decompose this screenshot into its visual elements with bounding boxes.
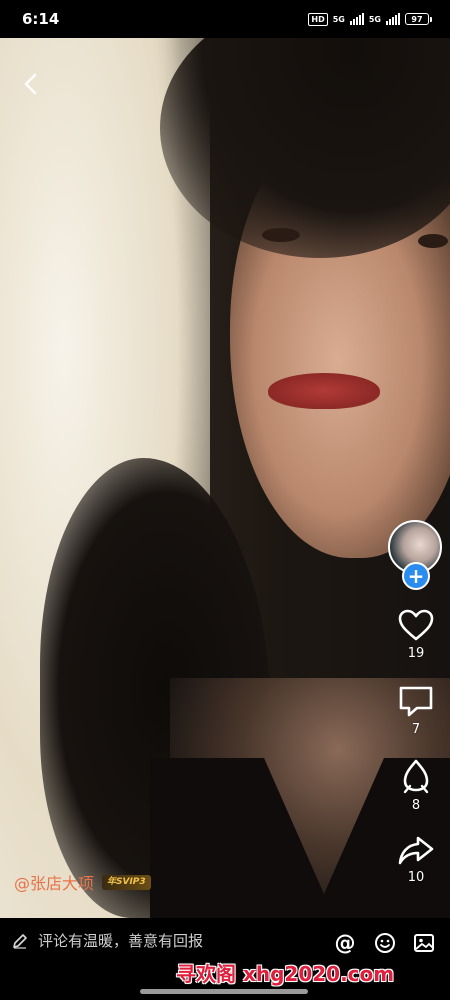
network-label-1: 5G [332, 14, 345, 24]
status-bar: 6:14 HD 5G 5G 97 [0, 0, 450, 38]
chevron-left-icon [24, 73, 37, 95]
hd-icon: HD [308, 12, 328, 26]
share-button[interactable]: 10 [390, 834, 442, 885]
flame-icon [403, 759, 429, 794]
author-avatar-group[interactable]: + [388, 520, 444, 590]
mention-button[interactable]: @ [334, 932, 356, 954]
battery-icon: 97 [405, 13, 432, 25]
share-count: 10 [407, 870, 425, 885]
image-icon [414, 934, 434, 952]
video-eye [418, 234, 448, 248]
comment-icon [399, 686, 433, 717]
watermark: 寻欢阁 xhg2020.com [176, 962, 395, 986]
emoji-icon [375, 933, 395, 953]
comment-placeholder: 评论有温暖，善意有回报 [38, 932, 204, 950]
network-label-2: 5G [368, 14, 381, 24]
home-indicator[interactable] [140, 989, 308, 994]
pencil-icon [13, 933, 27, 949]
battery-level: 97 [405, 13, 429, 25]
gift-button[interactable]: 8 [390, 758, 442, 813]
video-player[interactable] [0, 38, 450, 918]
status-time: 6:14 [22, 10, 60, 28]
comment-button[interactable]: 7 [390, 684, 442, 737]
comment-count: 7 [411, 722, 421, 737]
emoji-button[interactable] [374, 932, 396, 954]
gift-count: 8 [411, 798, 421, 813]
signal-icon-2 [386, 13, 400, 25]
video-lips [268, 373, 380, 409]
follow-button[interactable]: + [402, 562, 430, 590]
like-count: 19 [407, 646, 425, 661]
heart-icon [398, 609, 434, 641]
video-eye [262, 228, 300, 242]
author-name[interactable]: @张店大项 [14, 870, 94, 894]
image-button[interactable] [413, 932, 435, 954]
bottom-bar: 评论有温暖，善意有回报 @ 寻欢阁 xhg2020.com [0, 918, 450, 1000]
comment-input[interactable]: 评论有温暖，善意有回报 [12, 930, 203, 951]
like-button[interactable]: 19 [390, 608, 442, 661]
signal-icon-1 [349, 13, 364, 25]
status-icons: HD 5G 5G 97 [308, 12, 432, 26]
share-icon [398, 836, 434, 865]
vip-badge: 年SVIP3 [102, 874, 151, 890]
author-info: @张店大项 年SVIP3 [14, 870, 151, 894]
back-button[interactable] [16, 70, 44, 98]
